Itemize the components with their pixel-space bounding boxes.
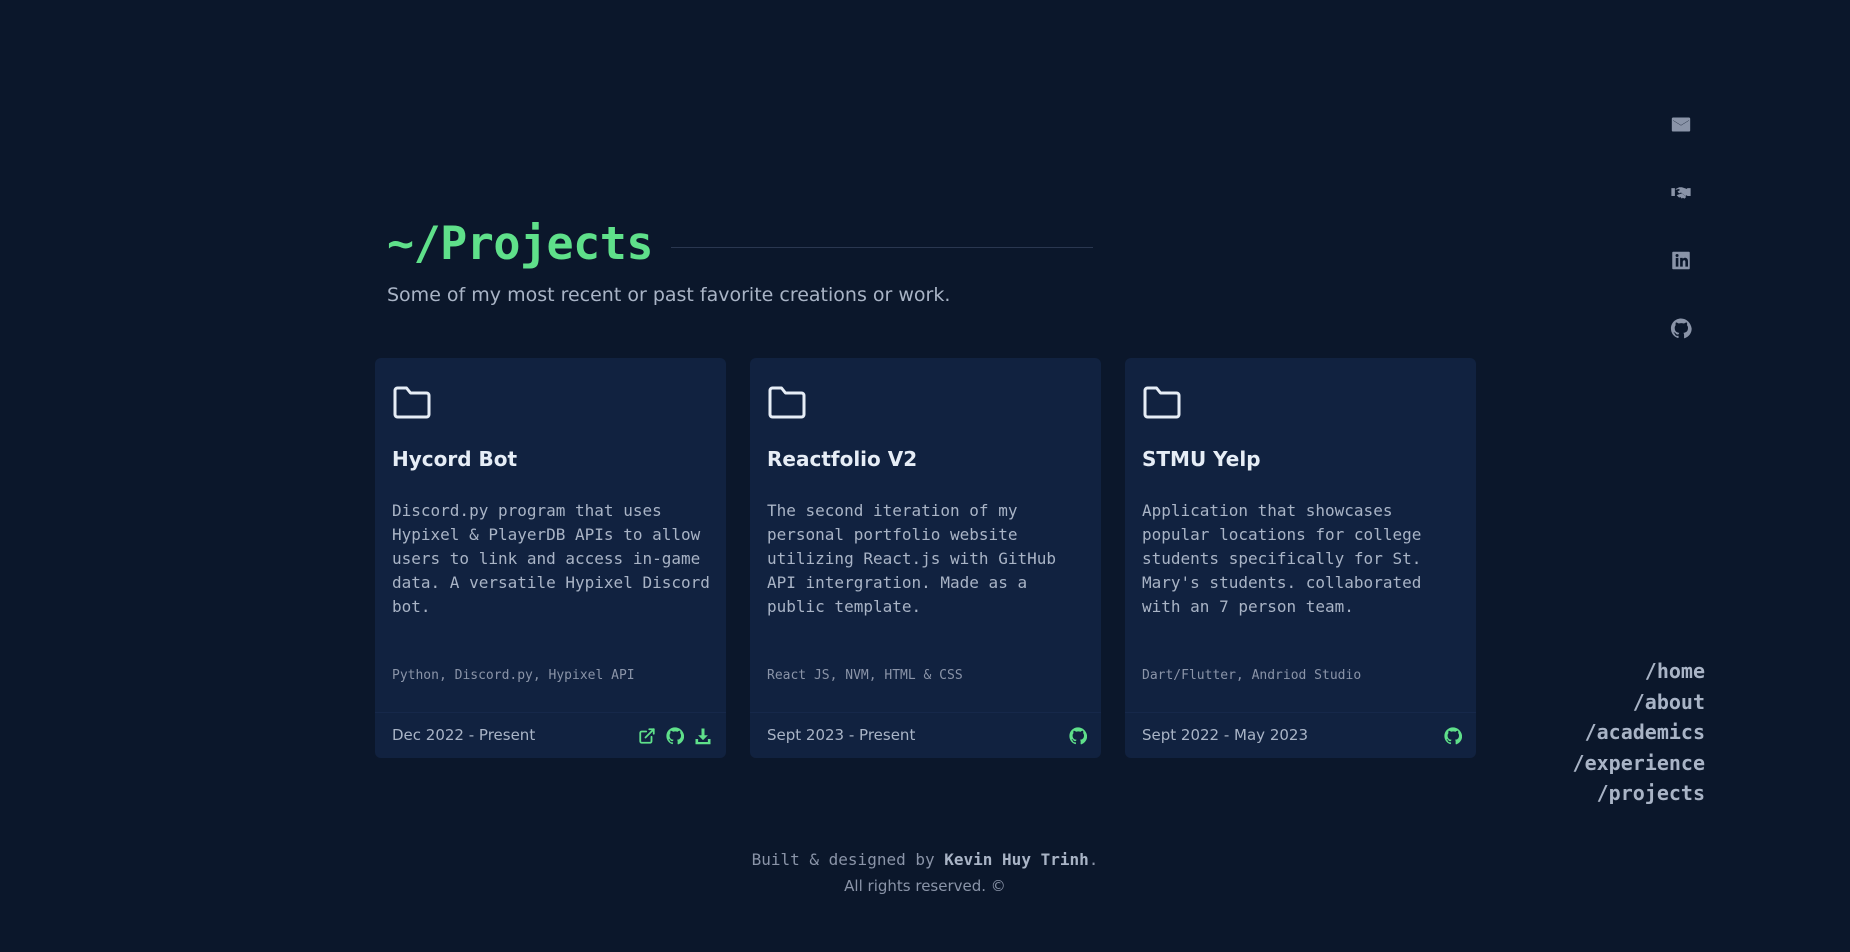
title-divider [670,247,1093,248]
github-icon[interactable] [1670,318,1692,339]
page-subtitle: Some of my most recent or past favorite … [387,284,951,306]
title-row: ~/Projects [387,217,1093,270]
footer-rights: All rights reserved. © [844,877,1006,895]
card-divider [375,712,726,713]
project-description: The second iteration of my personal port… [767,501,1056,616]
footer-prefix: Built & designed by [751,850,945,869]
card-divider [750,712,1101,713]
projects-header: ~/Projects Some of my most recent or pas… [387,217,1093,306]
linkedin-icon[interactable] [1670,250,1692,271]
social-links [1670,114,1692,339]
project-links [638,727,712,745]
footer: Built & designed by Kevin Huy Trinh. All… [0,850,1850,895]
project-date: Sept 2022 - May 2023 [1142,726,1308,744]
project-links [1069,727,1087,745]
external-link-icon[interactable] [638,727,656,745]
card-divider [1125,712,1476,713]
nav-projects[interactable]: /projects [1573,778,1705,809]
project-cards: Hycord Bot Discord.py program that uses … [375,358,1476,758]
footer-credit: Built & designed by Kevin Huy Trinh. [0,850,1850,869]
project-card-stmu-yelp: STMU Yelp Application that showcases pop… [1125,358,1476,758]
footer-author: Kevin Huy Trinh [944,850,1089,869]
project-title: STMU Yelp [1142,447,1261,471]
page-title: ~/Projects [387,217,653,270]
nav-experience[interactable]: /experience [1573,748,1705,779]
nav-about[interactable]: /about [1573,687,1705,718]
download-icon[interactable] [694,727,712,745]
project-tech: Dart/Flutter, Andriod Studio [1142,668,1362,683]
project-links [1444,727,1462,745]
project-tech: Python, Discord.py, Hypixel API [392,668,635,683]
project-title: Reactfolio V2 [767,447,918,471]
mail-icon[interactable] [1670,114,1692,135]
side-nav: /home /about /academics /experience /pro… [1573,656,1705,809]
github-icon[interactable] [666,727,684,745]
project-date: Dec 2022 - Present [392,726,536,744]
handshake-icon[interactable] [1670,182,1692,203]
folder-icon [393,386,431,419]
nav-home[interactable]: /home [1573,656,1705,687]
project-date: Sept 2023 - Present [767,726,916,744]
footer-suffix: . [1088,850,1099,869]
project-description: Application that showcases popular locat… [1142,501,1422,616]
folder-icon [768,386,806,419]
project-tech: React JS, NVM, HTML & CSS [767,668,963,683]
project-card-hycord-bot: Hycord Bot Discord.py program that uses … [375,358,726,758]
github-icon[interactable] [1069,727,1087,745]
project-card-reactfolio-v2: Reactfolio V2 The second iteration of my… [750,358,1101,758]
project-title: Hycord Bot [392,447,518,471]
project-description: Discord.py program that uses Hypixel & P… [392,501,710,616]
github-icon[interactable] [1444,727,1462,745]
folder-icon [1143,386,1181,419]
nav-academics[interactable]: /academics [1573,717,1705,748]
